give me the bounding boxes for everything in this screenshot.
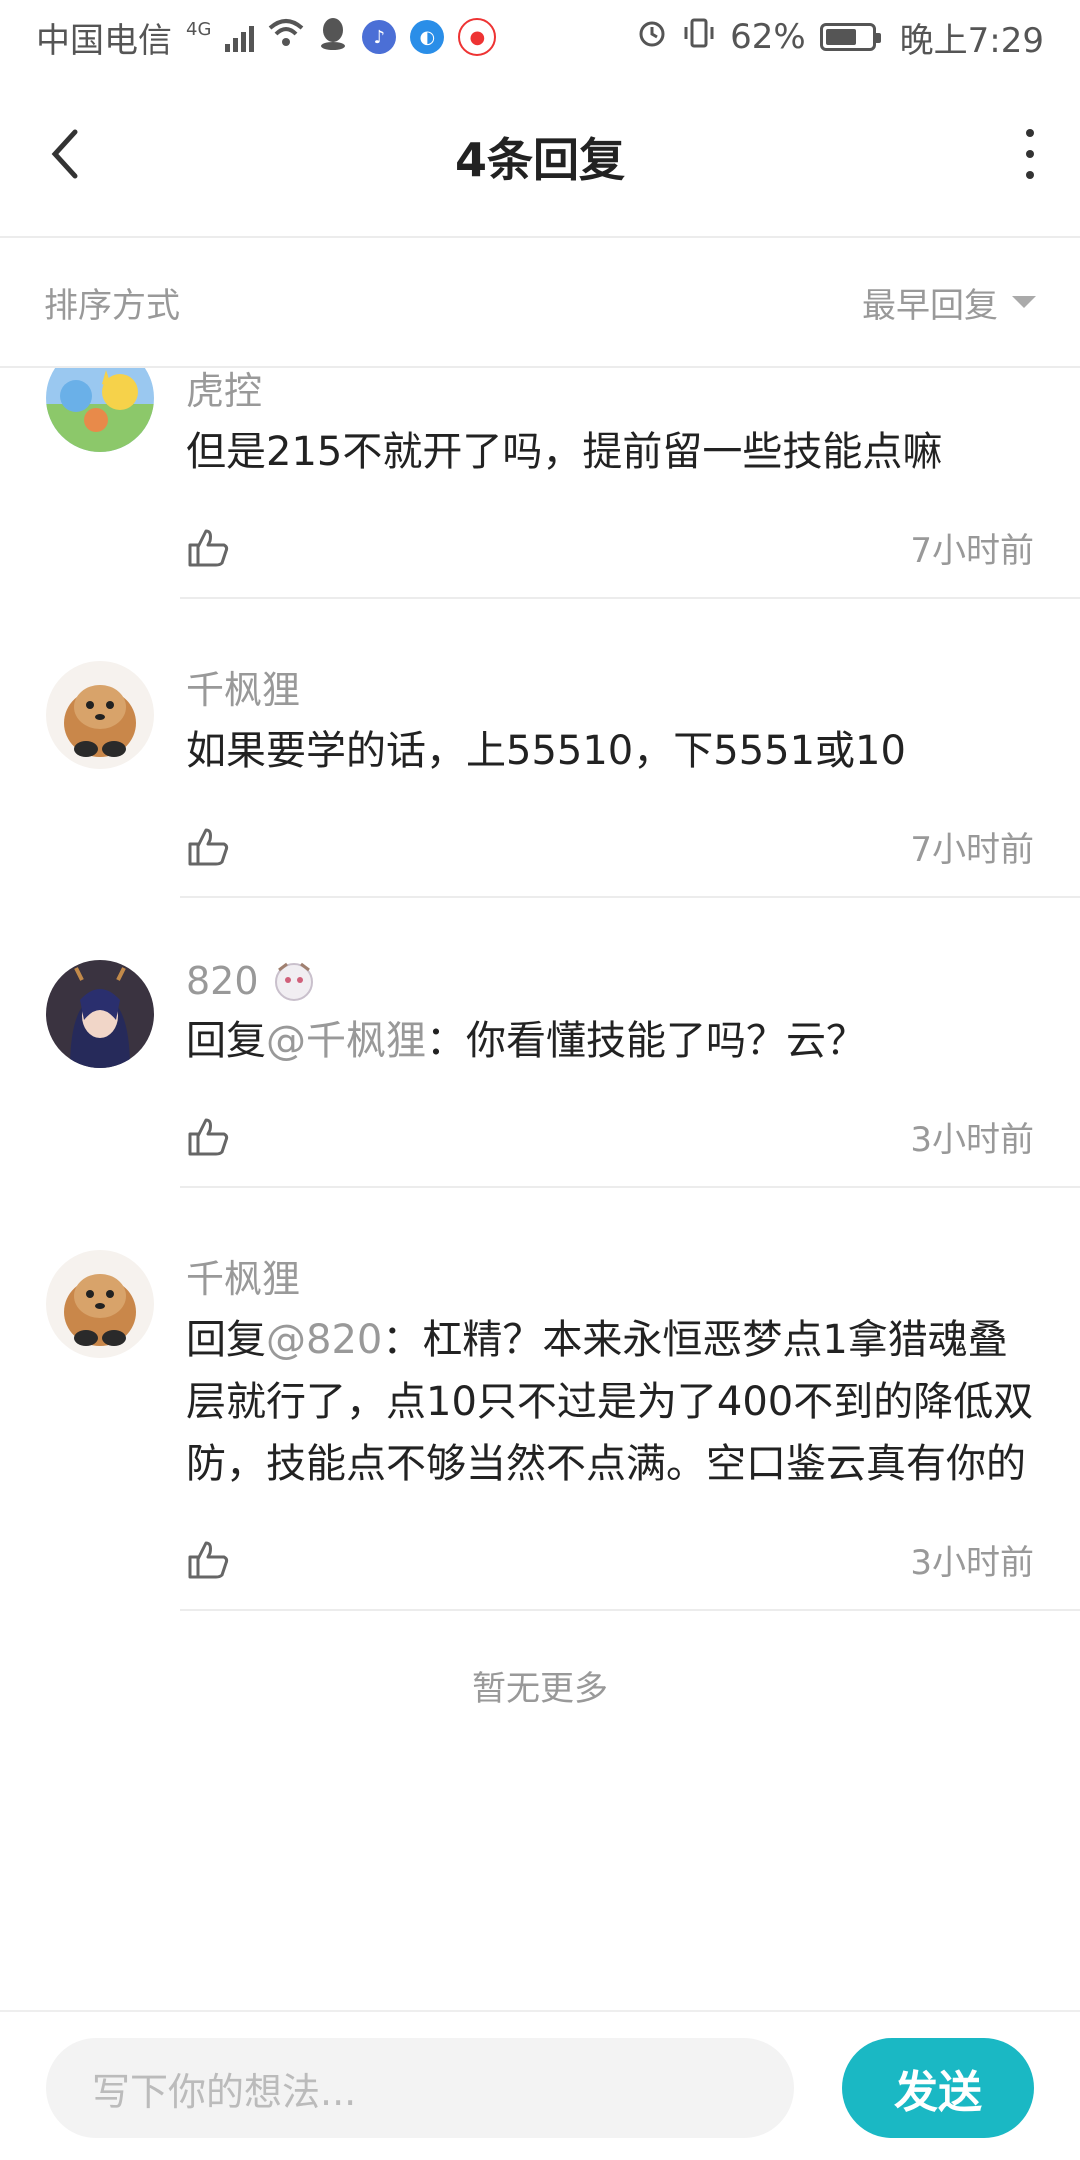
wifi-icon bbox=[268, 17, 304, 57]
thumbs-up-icon[interactable] bbox=[186, 525, 230, 569]
alarm-icon bbox=[636, 17, 668, 58]
vibrate-icon bbox=[682, 17, 716, 58]
top-bar: 4条回复 bbox=[0, 74, 1080, 238]
comment-text: 回复@820：杠精？本来永恒恶梦点1拿猎魂叠层就行了，点10只不过是为了400不… bbox=[186, 1309, 1034, 1495]
battery-percent: 62% bbox=[730, 17, 806, 57]
caret-down-icon bbox=[1012, 296, 1036, 308]
comment-time: 7小时前 bbox=[910, 530, 1034, 571]
comment-time: 3小时前 bbox=[910, 1542, 1034, 1583]
no-more-label: 暂无更多 bbox=[472, 1669, 608, 1709]
comment-text: 但是215不就开了吗，提前留一些技能点嘛 bbox=[186, 429, 943, 475]
list-item: 虎控 但是215不就开了吗，提前留一些技能点嘛 7小时前 bbox=[0, 368, 1080, 587]
comment-text: 如果要学的话，上55510，下5551或10 bbox=[186, 728, 906, 774]
list-item: 820 回复@千枫狸：你看懂技能了吗？云？ 3小时前 bbox=[0, 898, 1080, 1176]
avatar[interactable] bbox=[46, 368, 154, 452]
comment-author[interactable]: 千枫狸 bbox=[186, 1248, 1034, 1303]
avatar[interactable] bbox=[46, 1250, 154, 1358]
reply-list: 虎控 但是215不就开了吗，提前留一些技能点嘛 7小时前 千枫狸 如果要学的话，… bbox=[0, 368, 1080, 2008]
reply-input[interactable]: 写下你的想法... bbox=[46, 2038, 794, 2138]
thumbs-up-icon[interactable] bbox=[186, 1114, 230, 1158]
comment-author[interactable]: 虎控 bbox=[186, 368, 1034, 415]
comment-time: 7小时前 bbox=[910, 829, 1034, 870]
sort-bar: 排序方式 最早回复 bbox=[0, 238, 1080, 368]
comment-body: ：你看懂技能了吗？云？ bbox=[426, 1018, 866, 1064]
author-name: 820 bbox=[186, 959, 259, 1003]
list-item: 千枫狸 如果要学的话，上55510，下5551或10 7小时前 bbox=[0, 599, 1080, 886]
battery-icon bbox=[819, 23, 881, 51]
thumbs-up-icon[interactable] bbox=[186, 1537, 230, 1581]
user-badge-icon bbox=[274, 962, 313, 1001]
comment-time: 3小时前 bbox=[910, 1119, 1034, 1160]
signal-icon bbox=[225, 22, 255, 52]
sort-value: 最早回复 bbox=[862, 285, 998, 326]
list-item: 千枫狸 回复@820：杠精？本来永恒恶梦点1拿猎魂叠层就行了，点10只不过是为了… bbox=[0, 1188, 1080, 1599]
map-icon: ● bbox=[458, 18, 497, 56]
send-button[interactable]: 发送 bbox=[842, 2038, 1034, 2138]
comment-text: 回复@千枫狸：你看懂技能了吗？云？ bbox=[186, 1010, 1034, 1072]
reply-prefix: 回复 bbox=[186, 1317, 266, 1363]
reply-prefix: 回复 bbox=[186, 1018, 266, 1064]
status-bar: 中国电信 4G ♪ ◐ ● 62% 晚上7:29 bbox=[0, 0, 1080, 74]
avatar[interactable] bbox=[46, 960, 154, 1068]
divider bbox=[180, 1609, 1080, 1611]
sort-dropdown[interactable]: 最早回复 bbox=[862, 278, 1036, 327]
comment-author[interactable]: 千枫狸 bbox=[186, 659, 1034, 714]
network-type: 4G bbox=[186, 18, 212, 40]
page-title: 4条回复 bbox=[454, 133, 625, 187]
qq-icon bbox=[318, 16, 348, 59]
clock: 晚上7:29 bbox=[899, 20, 1044, 61]
more-options-button[interactable] bbox=[1020, 129, 1040, 179]
mention-link[interactable]: @千枫狸 bbox=[266, 1018, 426, 1064]
more-dots-icon bbox=[1026, 129, 1034, 137]
thumbs-up-icon[interactable] bbox=[186, 824, 230, 868]
browser-icon: ◐ bbox=[410, 20, 445, 54]
avatar[interactable] bbox=[46, 661, 154, 769]
sort-label: 排序方式 bbox=[44, 285, 180, 326]
carrier-label: 中国电信 bbox=[36, 20, 172, 61]
reply-bar: 写下你的想法... 发送 bbox=[0, 2010, 1080, 2160]
music-icon: ♪ bbox=[362, 20, 397, 54]
mention-link[interactable]: @820 bbox=[266, 1317, 382, 1363]
comment-author[interactable]: 820 bbox=[186, 958, 1034, 1004]
